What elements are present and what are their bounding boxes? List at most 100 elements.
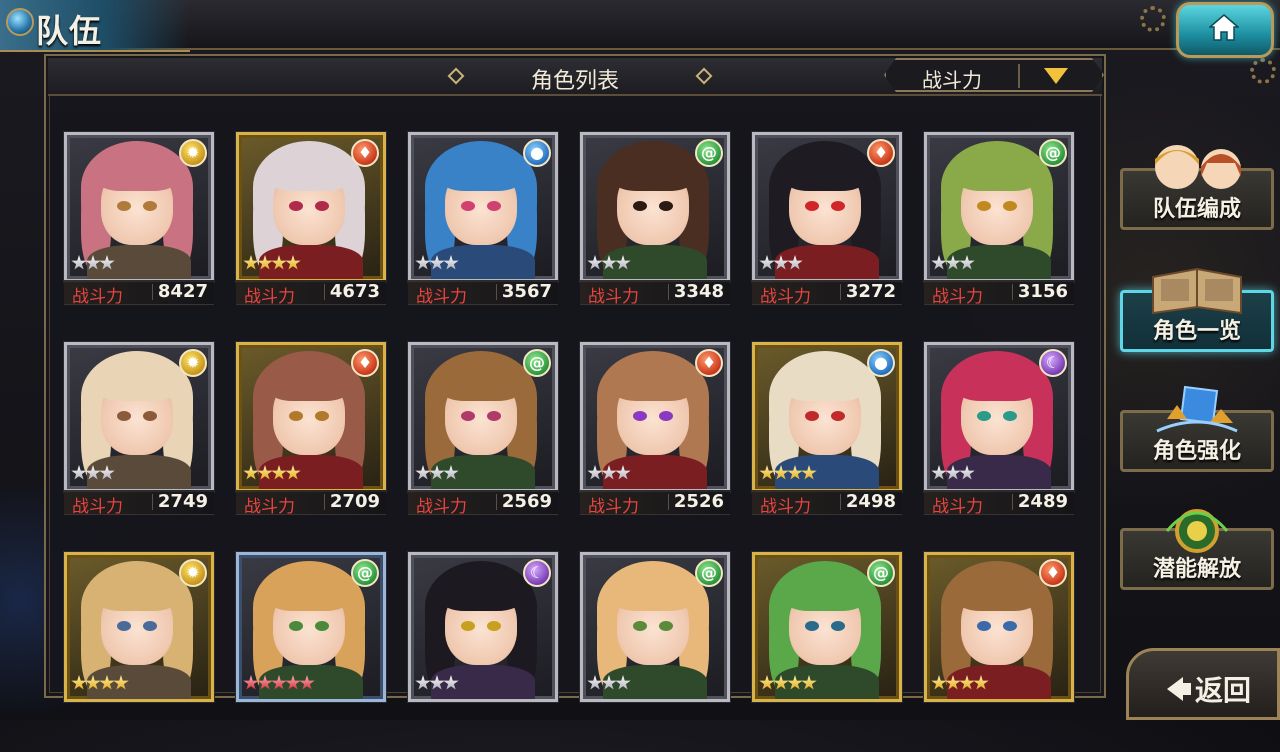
character-eye (831, 411, 845, 421)
star-icon (415, 675, 431, 690)
character-eye (831, 201, 845, 211)
power-value: 3272 (845, 281, 896, 302)
team-formation-button[interactable]: 队伍编成 (1120, 145, 1274, 230)
star-icon (99, 675, 115, 690)
star-icon (285, 255, 301, 270)
divider (324, 284, 325, 300)
power-value: 2489 (1017, 491, 1068, 512)
star-icon (587, 675, 603, 690)
character-card[interactable]: @ 战斗力 2569 (408, 342, 558, 542)
character-hair (785, 577, 865, 611)
character-eye (831, 621, 845, 631)
star-icon (773, 255, 789, 270)
rarity-stars (931, 465, 975, 485)
star-icon (113, 675, 129, 690)
rarity-stars (415, 675, 459, 695)
character-portrait: @ (236, 552, 386, 702)
rarity-stars (243, 465, 301, 485)
character-card[interactable]: ✹ (64, 552, 214, 752)
character-card[interactable]: ✹ 战斗力 8427 (64, 132, 214, 332)
star-icon (787, 675, 803, 690)
character-card[interactable]: @ 战斗力 3156 (924, 132, 1074, 332)
character-card[interactable]: ● 战斗力 2498 (752, 342, 902, 542)
rarity-stars (587, 255, 631, 275)
power-label: 战斗力 (760, 287, 811, 307)
side-menu-label: 角色一览 (1152, 319, 1241, 344)
character-list-panel: 角色列表 战斗力 ✹ 战斗力 8427 ♦ 战斗力 4673 ● 战斗力 3567 @ 战斗力 334… (44, 54, 1106, 702)
character-hair (957, 577, 1037, 611)
back-button[interactable]: 返回 (1126, 648, 1280, 720)
power-row: 战斗力 2749 (64, 490, 214, 517)
character-eye (805, 411, 819, 421)
character-eye (289, 201, 303, 211)
character-card[interactable]: @ 战斗力 3348 (580, 132, 730, 332)
potential-orb-icon (1147, 501, 1247, 553)
rarity-stars (931, 255, 975, 275)
character-card[interactable]: ✹ 战斗力 2749 (64, 342, 214, 542)
book-icon (1147, 263, 1247, 315)
character-eye (315, 621, 329, 631)
wind-element-icon: @ (1039, 139, 1067, 167)
back-label: 返回 (1195, 674, 1252, 707)
team-portraits-icon (1147, 141, 1247, 193)
character-card[interactable]: ♦ 战斗力 2526 (580, 342, 730, 542)
power-label: 战斗力 (588, 497, 639, 517)
star-icon (443, 675, 459, 690)
character-card[interactable]: @ (752, 552, 902, 752)
divider (840, 494, 841, 510)
character-card[interactable]: @ (580, 552, 730, 752)
sort-dropdown[interactable]: 战斗力 (884, 58, 1104, 92)
character-eye (143, 201, 157, 211)
power-value: 2526 (673, 491, 724, 512)
star-icon (443, 465, 459, 480)
character-hair (269, 577, 349, 611)
rarity-stars (587, 465, 631, 485)
star-icon (429, 255, 445, 270)
star-icon (601, 675, 617, 690)
character-card[interactable]: ♦ 战斗力 4673 (236, 132, 386, 332)
power-label: 战斗力 (244, 497, 295, 517)
sun-element-icon: ✹ (179, 139, 207, 167)
moon-element-icon: ☾ (523, 559, 551, 587)
star-icon (787, 465, 803, 480)
power-value: 2749 (157, 491, 208, 512)
character-card[interactable]: ♦ (924, 552, 1074, 752)
character-overview-button[interactable]: 角色一览 (1120, 267, 1274, 352)
character-card[interactable]: ♦ 战斗力 3272 (752, 132, 902, 332)
star-icon (773, 675, 789, 690)
star-icon (931, 465, 947, 480)
star-icon (415, 465, 431, 480)
star-icon (285, 675, 301, 690)
character-eye (977, 621, 991, 631)
wind-element-icon: @ (867, 559, 895, 587)
character-eye (977, 411, 991, 421)
side-menu-label: 角色强化 (1152, 439, 1241, 464)
star-icon (945, 675, 961, 690)
potential-release-button[interactable]: 潜能解放 (1120, 509, 1274, 590)
rarity-stars (759, 675, 817, 695)
star-icon (443, 255, 459, 270)
rarity-stars (931, 675, 989, 695)
character-eye (1003, 411, 1017, 421)
character-card[interactable]: ☾ (408, 552, 558, 752)
power-value: 2498 (845, 491, 896, 512)
sort-label: 战斗力 (922, 68, 982, 92)
character-eye (659, 411, 673, 421)
character-portrait: ✹ (64, 132, 214, 282)
star-icon (243, 465, 259, 480)
character-card[interactable]: ● 战斗力 3567 (408, 132, 558, 332)
star-icon (945, 255, 961, 270)
star-icon (787, 255, 803, 270)
star-icon (601, 465, 617, 480)
character-upgrade-button[interactable]: 角色强化 (1120, 385, 1274, 472)
character-hair (441, 157, 521, 191)
character-card[interactable]: ☾ 战斗力 2489 (924, 342, 1074, 542)
character-card[interactable]: ♦ 战斗力 2709 (236, 342, 386, 542)
home-button[interactable] (1176, 2, 1274, 58)
character-eye (487, 201, 501, 211)
star-icon (801, 465, 817, 480)
character-card[interactable]: @ (236, 552, 386, 752)
character-portrait: ♦ (236, 342, 386, 492)
star-icon (415, 255, 431, 270)
fire-element-icon: ♦ (351, 139, 379, 167)
